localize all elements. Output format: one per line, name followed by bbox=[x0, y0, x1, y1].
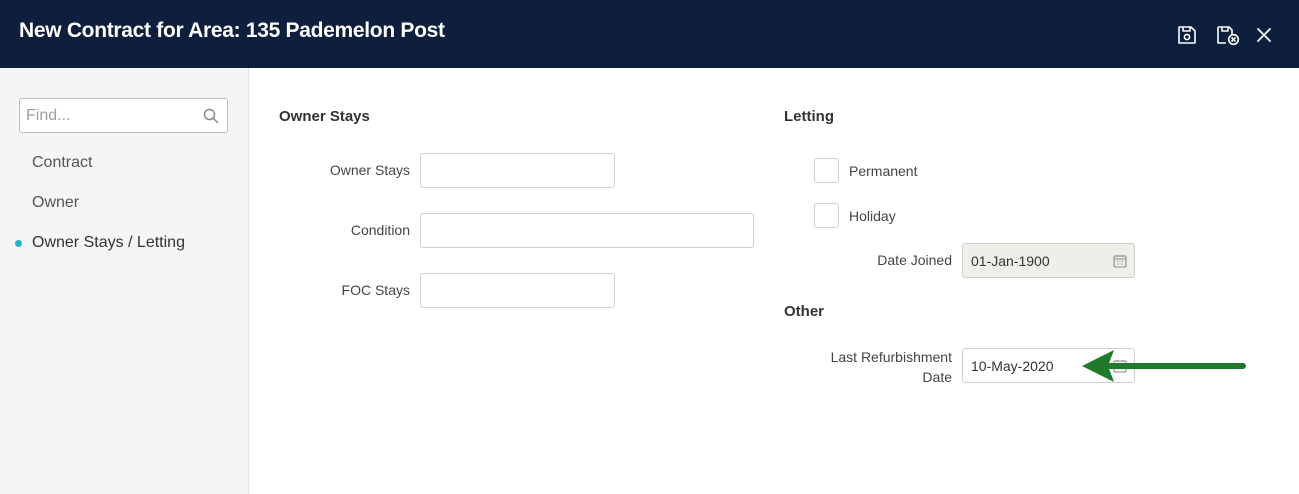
last-refurbishment-label-line1: Last Refurbishment bbox=[830, 349, 952, 365]
last-refurbishment-date-field[interactable] bbox=[962, 348, 1135, 383]
last-refurbishment-label-line2: Date bbox=[922, 369, 952, 385]
holiday-checkbox[interactable] bbox=[814, 203, 839, 228]
sidebar-item-owner[interactable]: Owner bbox=[32, 194, 79, 212]
close-button[interactable] bbox=[1252, 23, 1276, 47]
close-icon bbox=[1257, 28, 1271, 42]
owner-stays-label: Owner Stays bbox=[329, 162, 410, 178]
last-refurbishment-date-input[interactable] bbox=[963, 349, 1103, 382]
page-title: New Contract for Area: 135 Pademelon Pos… bbox=[19, 19, 445, 42]
foc-stays-input[interactable] bbox=[420, 273, 615, 308]
save-and-close-button[interactable] bbox=[1215, 23, 1241, 47]
sidebar-item-owner-stays-letting[interactable]: Owner Stays / Letting bbox=[32, 234, 185, 252]
date-joined-field bbox=[962, 243, 1135, 278]
search-box bbox=[19, 98, 228, 133]
save-icon bbox=[1178, 26, 1196, 44]
search-icon[interactable] bbox=[203, 108, 219, 124]
letting-section-title: Letting bbox=[784, 108, 834, 125]
date-joined-input bbox=[963, 244, 1103, 277]
holiday-label: Holiday bbox=[849, 208, 896, 224]
permanent-label: Permanent bbox=[849, 163, 918, 179]
owner-stays-input[interactable] bbox=[420, 153, 615, 188]
search-input[interactable] bbox=[20, 99, 200, 132]
sidebar-item-contract[interactable]: Contract bbox=[32, 154, 92, 172]
permanent-checkbox[interactable] bbox=[814, 158, 839, 183]
other-section-title: Other bbox=[784, 303, 825, 320]
calendar-icon bbox=[1113, 255, 1127, 268]
save-close-icon bbox=[1217, 26, 1240, 46]
condition-input[interactable] bbox=[420, 213, 754, 248]
header-bar: New Contract for Area: 135 Pademelon Pos… bbox=[0, 0, 1299, 68]
date-joined-label: Date Joined bbox=[877, 252, 952, 268]
active-indicator-dot bbox=[15, 240, 22, 247]
last-refurbishment-date-label: Last Refurbishment Date bbox=[782, 347, 952, 387]
condition-label: Condition bbox=[350, 222, 410, 238]
owner-stays-section-title: Owner Stays bbox=[279, 108, 370, 125]
sidebar: Contract Owner Owner Stays / Letting bbox=[0, 68, 249, 494]
foc-stays-label: FOC Stays bbox=[341, 282, 410, 298]
calendar-icon[interactable] bbox=[1113, 359, 1127, 373]
save-button[interactable] bbox=[1175, 23, 1199, 47]
